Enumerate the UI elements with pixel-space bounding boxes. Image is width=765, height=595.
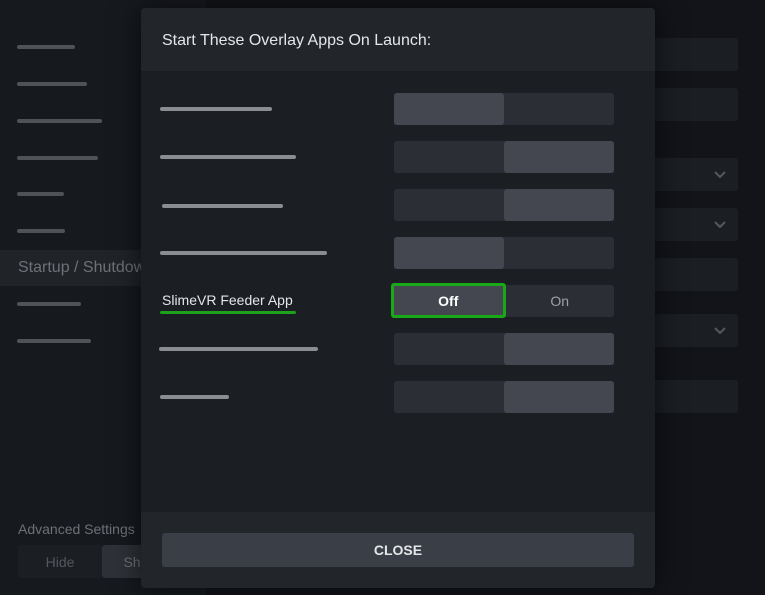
sidebar-item[interactable]	[17, 192, 64, 196]
launch-toggle[interactable]	[394, 333, 614, 365]
toggle-on-option[interactable]	[504, 381, 614, 413]
toggle-off-option[interactable]	[394, 237, 504, 269]
launch-toggle[interactable]	[394, 237, 614, 269]
focus-underline	[160, 311, 296, 314]
toggle-off-option[interactable]	[394, 333, 504, 365]
sidebar-item[interactable]	[17, 229, 65, 233]
toggle-off-option[interactable]	[394, 381, 504, 413]
chevron-down-icon	[714, 221, 726, 229]
toggle-on-option[interactable]	[504, 333, 614, 365]
launch-toggle[interactable]: Off On	[391, 283, 615, 318]
launch-toggle[interactable]	[394, 381, 614, 413]
dialog-footer: CLOSE	[141, 512, 655, 588]
dialog-header: Start These Overlay Apps On Launch:	[141, 8, 655, 71]
sidebar-item[interactable]	[17, 156, 98, 160]
app-label-placeholder	[160, 107, 272, 111]
launch-toggle[interactable]	[394, 141, 614, 173]
toggle-off-option[interactable]: Off	[391, 283, 506, 318]
chevron-down-icon	[714, 171, 726, 179]
toggle-on-option[interactable]	[504, 141, 614, 173]
toggle-on-option[interactable]	[504, 237, 614, 269]
launch-toggle[interactable]	[394, 189, 614, 221]
toggle-off-option[interactable]	[394, 141, 504, 173]
toggle-on-option[interactable]	[504, 189, 614, 221]
launch-toggle[interactable]	[394, 93, 614, 125]
app-row-slimevr-feeder: SlimeVR Feeder App Off On	[141, 283, 655, 318]
app-label-placeholder	[160, 155, 296, 159]
app-label-placeholder	[162, 204, 283, 208]
hide-button[interactable]: Hide	[18, 545, 102, 578]
sidebar-item-label: Startup / Shutdown	[18, 259, 155, 276]
app-row	[141, 381, 655, 413]
toggle-off-option[interactable]	[394, 189, 504, 221]
overlay-apps-dialog: Start These Overlay Apps On Launch: Slim…	[141, 8, 655, 588]
toggle-on-option[interactable]	[504, 93, 614, 125]
app-label-placeholder	[159, 347, 318, 351]
dialog-title: Start These Overlay Apps On Launch:	[162, 32, 432, 49]
chevron-down-icon	[714, 327, 726, 335]
sidebar-item[interactable]	[17, 119, 102, 123]
app-label-placeholder	[160, 251, 327, 255]
toggle-on-option[interactable]: On	[506, 285, 615, 317]
sidebar-item[interactable]	[17, 302, 81, 306]
app-row	[141, 141, 655, 173]
app-row	[141, 189, 655, 221]
app-row	[141, 333, 655, 365]
close-button[interactable]: CLOSE	[162, 533, 634, 567]
advanced-settings-label: Advanced Settings	[18, 521, 135, 537]
sidebar-item[interactable]	[17, 339, 91, 343]
sidebar-item[interactable]	[17, 82, 87, 86]
app-label-placeholder	[160, 395, 229, 399]
app-row	[141, 93, 655, 125]
app-label: SlimeVR Feeder App	[162, 292, 293, 308]
sidebar-item[interactable]	[17, 45, 75, 49]
toggle-off-option[interactable]	[394, 93, 504, 125]
app-row	[141, 237, 655, 269]
